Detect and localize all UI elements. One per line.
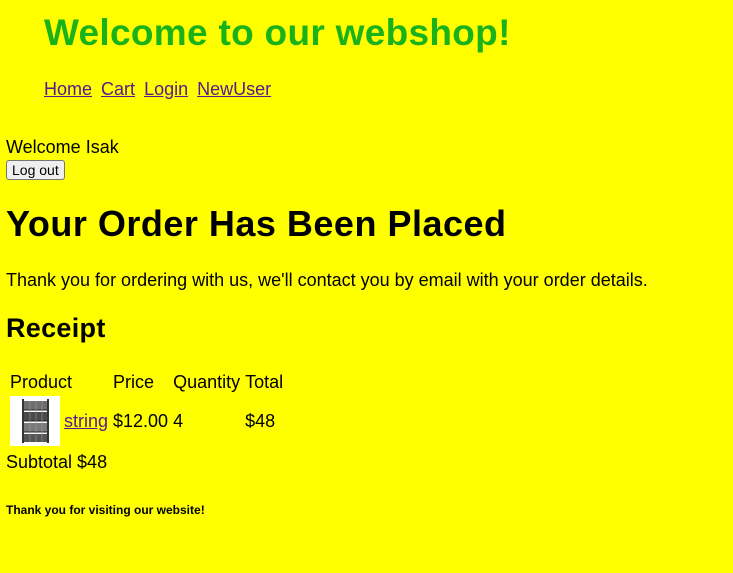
order-confirmation-text: Thank you for ordering with us, we'll co… — [6, 270, 648, 290]
nav-home-link[interactable]: Home — [44, 79, 92, 99]
logout-button[interactable]: Log out — [6, 160, 65, 180]
quantity-cell: 4 — [173, 410, 184, 431]
total-cell: $48 — [245, 410, 276, 431]
column-header-total: Total — [245, 371, 284, 392]
nav-cart-link[interactable]: Cart — [101, 79, 135, 99]
nav-login-link[interactable]: Login — [144, 79, 188, 99]
column-header-quantity: Quantity — [173, 371, 241, 392]
receipt-table: Product Price Quantity Total string $12.… — [6, 368, 287, 449]
main-nav: Home Cart Login NewUser — [44, 79, 275, 100]
footer-message: Thank you for visiting our website! — [6, 503, 205, 517]
order-placed-heading: Your Order Has Been Placed — [6, 203, 507, 244]
column-header-product: Product — [10, 371, 73, 392]
nav-newuser-link[interactable]: NewUser — [197, 79, 271, 99]
product-link[interactable]: string — [64, 411, 108, 432]
subtotal-text: Subtotal $48 — [6, 452, 108, 472]
receipt-heading: Receipt — [6, 313, 106, 343]
price-cell: $12.00 — [113, 410, 169, 431]
site-title: Welcome to our webshop! — [44, 12, 511, 53]
column-header-price: Price — [113, 371, 155, 392]
shelf-rack-image — [10, 396, 60, 446]
table-header-row: Product Price Quantity Total — [9, 371, 284, 393]
welcome-message: Welcome Isak — [6, 137, 119, 157]
table-row: string $12.00 4 $48 — [9, 396, 284, 446]
product-cell: string — [9, 396, 109, 446]
